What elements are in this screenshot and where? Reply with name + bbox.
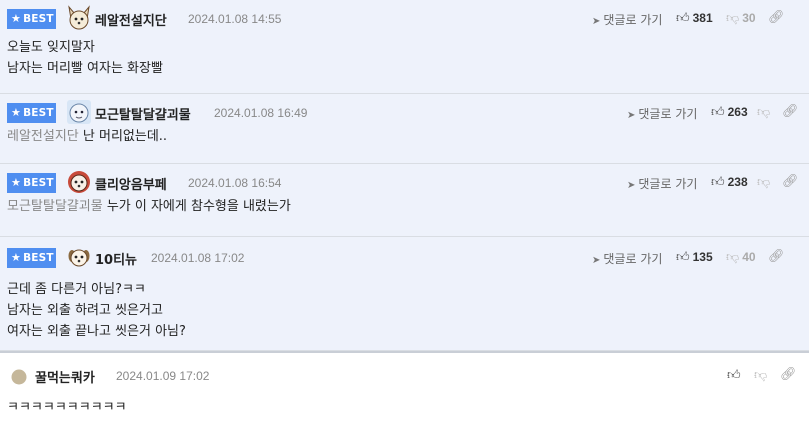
- thumbs-down-icon: 👎︎: [754, 368, 768, 383]
- comment-line: 남자는 외출 하려고 씻은거고: [7, 303, 163, 318]
- comment-date: 2024.01.08 14:55: [188, 12, 282, 26]
- dislike-button[interactable]: 👎︎ 30: [726, 11, 756, 26]
- link-icon[interactable]: 🔗︎: [780, 367, 797, 382]
- star-icon: ★: [11, 106, 22, 119]
- comment-date: 2024.01.08 16:49: [214, 106, 308, 120]
- best-badge: ★ BEST: [7, 9, 56, 29]
- author-name[interactable]: 10티뉴: [95, 249, 137, 268]
- dislike-button[interactable]: 👎︎: [757, 105, 773, 120]
- link-icon[interactable]: 🔗︎: [782, 104, 799, 119]
- comment-body: 근데 좀 다른거 아님?ㅋㅋ 남자는 외출 하려고 씻은거고여자는 외출 끝나고 …: [7, 279, 186, 342]
- dislike-button[interactable]: 👎︎: [757, 175, 773, 190]
- comment-date: 2024.01.08 16:54: [188, 176, 282, 190]
- like-button[interactable]: 👍︎ 135: [676, 250, 713, 265]
- mention-name[interactable]: 레알전설지단: [7, 129, 79, 144]
- reply-arrow-icon: ➤: [592, 255, 601, 266]
- comment-line: 누가 이 자에게 참수형을 내렸는가: [106, 199, 291, 214]
- star-icon: ★: [11, 12, 22, 25]
- avatar[interactable]: [66, 244, 92, 270]
- thumbs-down-icon: 👎︎: [726, 250, 740, 265]
- comment-body: 오늘도 잊지말자남자는 머리빨 여자는 화장빨: [7, 37, 163, 79]
- link-icon[interactable]: 🔗︎: [782, 174, 799, 189]
- reply-button[interactable]: ➤ 댓글로 가기: [627, 105, 697, 122]
- thumbs-down-icon: 👎︎: [757, 175, 771, 190]
- author-name[interactable]: 모근탈탈달걀괴물: [95, 104, 191, 123]
- author-name[interactable]: 레알전설지단: [95, 10, 167, 29]
- comment-date: 2024.01.08 17:02: [151, 251, 245, 265]
- thumbs-up-icon: 👍︎: [676, 250, 690, 265]
- thumbs-down-icon: 👎︎: [726, 11, 740, 26]
- comment-date: 2024.01.09 17:02: [116, 369, 210, 383]
- comment-item: ★ BEST 모근탈탈달걀괴물 2024.01.08 16:49 ➤ 댓글로 가기 …: [0, 94, 809, 164]
- comment-body: 모근탈탈달걀괴물 누가 이 자에게 참수형을 내렸는가: [7, 196, 291, 217]
- like-button[interactable]: 👍︎ 381: [676, 11, 713, 26]
- dislike-button[interactable]: 👎︎: [754, 368, 770, 383]
- like-button[interactable]: 👍︎: [727, 368, 744, 383]
- comment-item: ★ BEST 클리앙음부페 2024.01.08 16:54 ➤ 댓글로 가기 👍︎…: [0, 164, 809, 237]
- avatar[interactable]: [66, 5, 92, 31]
- thumbs-up-icon: 👍︎: [711, 175, 725, 190]
- best-badge: ★ BEST: [7, 103, 56, 123]
- avatar[interactable]: [66, 99, 92, 125]
- comment-line: 난 머리없는데..: [82, 129, 168, 144]
- mention-name[interactable]: 모근탈탈달걀괴물: [7, 199, 103, 214]
- like-button[interactable]: 👍︎ 238: [711, 175, 748, 190]
- reply-button[interactable]: ➤ 댓글로 가기: [627, 175, 697, 192]
- star-icon: ★: [11, 251, 22, 264]
- reply-button[interactable]: ➤ 댓글로 가기: [592, 11, 662, 28]
- comment-line: 남자는 머리빨 여자는 화장빨: [7, 61, 163, 76]
- link-icon[interactable]: 🔗︎: [768, 249, 785, 264]
- comment-line: 여자는 외출 끝나고 씻은거 아님?: [7, 324, 186, 339]
- comment-body: 레알전설지단 난 머리없는데..: [7, 126, 167, 147]
- thumbs-down-icon: 👎︎: [757, 105, 771, 120]
- comment-line: ㅋㅋㅋㅋㅋㅋㅋㅋㅋㅋ: [7, 400, 127, 415]
- link-icon[interactable]: 🔗︎: [768, 10, 785, 25]
- author-name[interactable]: 꿀먹는쿼카: [35, 367, 95, 386]
- comment-body: ㅋㅋㅋㅋㅋㅋㅋㅋㅋㅋ: [7, 397, 127, 418]
- thumbs-up-icon: 👍︎: [711, 105, 725, 120]
- author-name[interactable]: 클리앙음부페: [95, 174, 167, 193]
- reply-button[interactable]: ➤ 댓글로 가기: [592, 250, 662, 267]
- avatar[interactable]: [11, 369, 27, 385]
- best-badge: ★ BEST: [7, 248, 56, 268]
- thumbs-up-icon: 👍︎: [727, 368, 741, 383]
- dislike-button[interactable]: 👎︎ 40: [726, 250, 756, 265]
- reply-arrow-icon: ➤: [592, 16, 601, 27]
- thumbs-up-icon: 👍︎: [676, 11, 690, 26]
- comment-item: ★ BEST 레알전설지단 2024.01.08 14:55 ➤ 댓글로 가기 👍︎…: [0, 0, 809, 94]
- comment-list: ★ BEST 레알전설지단 2024.01.08 14:55 ➤ 댓글로 가기 👍︎…: [0, 0, 809, 422]
- reply-arrow-icon: ➤: [627, 110, 636, 121]
- avatar[interactable]: [66, 169, 92, 195]
- star-icon: ★: [11, 176, 22, 189]
- like-button[interactable]: 👍︎ 263: [711, 105, 748, 120]
- comment-item: 꿀먹는쿼카 2024.01.09 17:02 👍︎ 👎︎ 🔗︎ ㅋㅋㅋㅋㅋㅋㅋㅋ…: [0, 351, 809, 422]
- comment-line: 근데 좀 다른거 아님?ㅋㅋ: [7, 282, 146, 297]
- comment-line: 오늘도 잊지말자: [7, 40, 95, 55]
- reply-arrow-icon: ➤: [627, 180, 636, 191]
- best-badge: ★ BEST: [7, 173, 56, 193]
- comment-item: ★ BEST 10티뉴 2024.01.08 17:02 ➤ 댓글로 가기 👍︎ 13…: [0, 237, 809, 351]
